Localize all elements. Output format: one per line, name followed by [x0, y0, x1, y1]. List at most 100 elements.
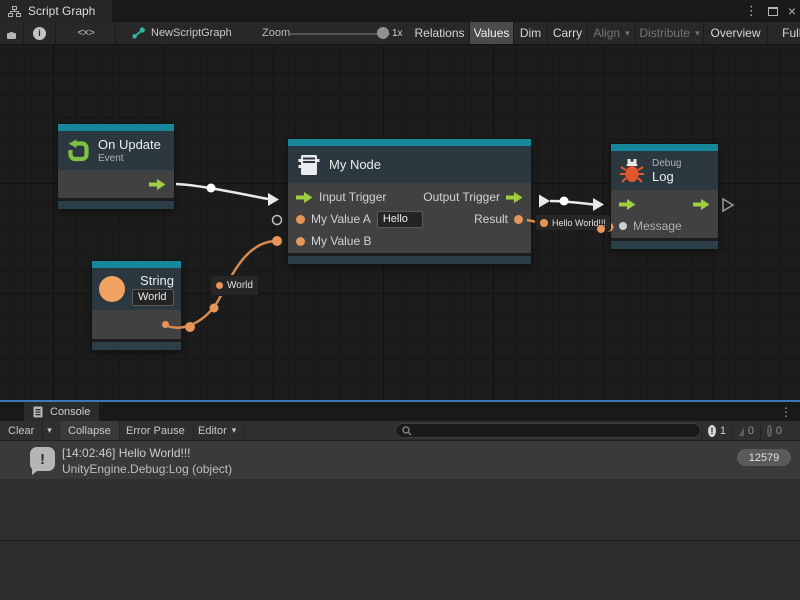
trigger-output-port[interactable]	[506, 192, 523, 203]
window-controls: ⋮ ×	[745, 0, 796, 22]
port-label: Input Trigger	[319, 190, 386, 204]
console-detail-pane	[0, 541, 800, 600]
fullscreen-button[interactable]: Full S	[768, 22, 800, 44]
node-footer	[92, 341, 181, 350]
window-tab-bar: Script Graph ⋮ ×	[0, 0, 800, 22]
align-button[interactable]: Align ▾	[588, 22, 636, 44]
node-body: Input Trigger Output Trigger My Value A …	[288, 183, 531, 253]
value-input-port[interactable]	[296, 215, 305, 224]
console-menu-icon[interactable]: ⋮	[780, 402, 792, 421]
my-value-a-field[interactable]	[377, 211, 423, 228]
unit-box-icon	[296, 153, 321, 177]
distribute-button[interactable]: Distribute ▾	[636, 22, 704, 44]
port-label: My Value A	[311, 212, 371, 226]
editor-dropdown[interactable]: Editor ▾	[190, 421, 245, 440]
warning-count: 0	[748, 425, 754, 437]
unity-visual-scripting-window: Script Graph ⋮ × i <×> NewScriptGraph	[0, 0, 800, 600]
zoom-label: Zoom	[262, 22, 290, 44]
port-row: My Value A Result	[288, 208, 531, 230]
console-list-icon	[33, 406, 44, 418]
lock-button[interactable]	[0, 22, 24, 44]
node-string[interactable]: String	[92, 261, 181, 350]
carry-button[interactable]: Carry	[548, 22, 588, 44]
info-button[interactable]: i	[24, 22, 56, 44]
error-log-icon: !	[767, 425, 772, 437]
value-output-port[interactable]	[514, 215, 523, 224]
log-message-line2: UnityEngine.Debug:Log (object)	[62, 462, 232, 476]
overview-button[interactable]: Overview	[704, 22, 768, 44]
zoom-slider-handle[interactable]	[377, 27, 389, 39]
log-message-icon: !	[30, 447, 55, 471]
align-label: Align	[593, 26, 620, 40]
trigger-output-port[interactable]	[693, 199, 710, 210]
tab-console[interactable]: Console	[24, 402, 99, 421]
chevron-down-icon: ▾	[625, 28, 630, 39]
value-dot	[216, 282, 223, 289]
node-footer	[611, 240, 718, 249]
maximize-icon[interactable]	[768, 7, 778, 16]
value-dot	[540, 219, 548, 227]
node-accent-strip	[58, 124, 174, 131]
node-title: String	[131, 273, 174, 288]
node-debug-log[interactable]: Debug Log Message	[611, 144, 718, 249]
port-row: Input Trigger Output Trigger	[288, 186, 531, 208]
log-collapse-count-badge: 12579	[737, 449, 791, 466]
port-row: Message	[611, 215, 718, 237]
clear-dropdown-button[interactable]: ▾	[40, 421, 60, 440]
node-title: My Node	[329, 157, 381, 172]
trigger-output-port[interactable]	[149, 179, 166, 190]
chevron-down-icon: ▾	[232, 425, 237, 436]
editor-label: Editor	[198, 425, 227, 437]
graph-name: NewScriptGraph	[151, 27, 232, 39]
dim-button[interactable]: Dim	[514, 22, 548, 44]
port-label: Result	[474, 212, 508, 226]
relations-button[interactable]: Relations	[410, 22, 470, 44]
error-count-badge[interactable]: ! 0	[760, 421, 788, 440]
message-input-port[interactable]	[619, 222, 627, 230]
node-footer	[58, 200, 174, 209]
port-row: My Value B	[288, 230, 531, 252]
tab-console-label: Console	[50, 406, 90, 418]
wire-dot	[597, 225, 605, 233]
port-label: My Value B	[311, 234, 371, 248]
tab-script-graph[interactable]: Script Graph	[0, 0, 112, 22]
window-menu-icon[interactable]: ⋮	[745, 3, 758, 19]
edit-source-button[interactable]: <×>	[56, 22, 116, 44]
console-search	[395, 423, 701, 438]
wire-value-text: World	[227, 280, 253, 291]
port-label: Output Trigger	[423, 190, 500, 204]
graph-breadcrumb[interactable]: NewScriptGraph	[132, 22, 232, 44]
node-title: On Update	[98, 137, 161, 152]
values-button[interactable]: Values	[470, 22, 514, 44]
node-footer	[288, 255, 531, 264]
close-icon[interactable]: ×	[788, 3, 796, 19]
log-message-line1: [14:02:46] Hello World!!!	[62, 446, 191, 460]
node-title: Log	[652, 169, 681, 184]
node-subtitle: Debug	[652, 158, 681, 169]
error-pause-toggle[interactable]: Error Pause	[118, 421, 194, 440]
error-count: 0	[776, 425, 782, 437]
trigger-input-port[interactable]	[619, 199, 636, 210]
console-search-input[interactable]	[416, 424, 694, 437]
node-on-update[interactable]: On Update Event	[58, 124, 174, 209]
lock-icon	[7, 28, 16, 39]
info-count-badge[interactable]: ! 1	[701, 421, 732, 440]
node-subtitle: Event	[98, 153, 161, 164]
warning-icon	[739, 425, 744, 436]
node-accent-strip	[92, 261, 181, 268]
string-value-field[interactable]	[132, 289, 174, 306]
zoom-slider-track[interactable]	[290, 33, 390, 35]
tab-script-graph-label: Script Graph	[28, 4, 95, 18]
graph-hierarchy-icon	[8, 6, 21, 17]
collapse-toggle[interactable]: Collapse	[60, 421, 120, 440]
value-input-port[interactable]	[296, 237, 305, 246]
bug-icon	[619, 158, 645, 184]
clear-button[interactable]: Clear	[0, 421, 43, 440]
trigger-input-port[interactable]	[296, 192, 313, 203]
warning-count-badge[interactable]: 0	[732, 421, 760, 440]
value-output-port[interactable]	[162, 321, 169, 328]
console-tab-bar: Console ⋮	[0, 402, 800, 421]
node-my-node[interactable]: My Node Input Trigger Output Trigger My …	[288, 139, 531, 264]
code-icon: <×>	[77, 27, 93, 39]
node-header: String	[92, 268, 181, 310]
